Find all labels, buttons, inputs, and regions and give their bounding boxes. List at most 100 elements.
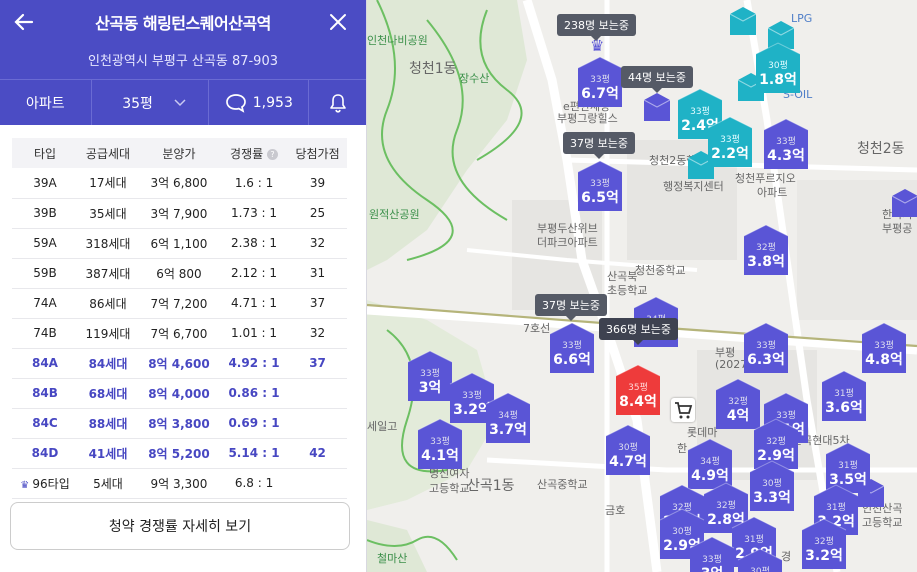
price-marker[interactable]: 34평 3.7억 <box>485 392 531 444</box>
table-header-row: 타입 공급세대 분양가 경쟁률 ? 당첨가점 <box>12 138 347 168</box>
cell-price: 8억 4,600 <box>137 348 220 379</box>
col-header-score: 당첨가점 <box>288 138 347 168</box>
building-cluster-icon[interactable] <box>643 92 671 122</box>
cell-ratio: 0.69 : 1 <box>219 408 289 439</box>
cell-score: 37 <box>288 348 347 379</box>
cell-price: 3억 6,800 <box>137 168 220 199</box>
cell-ratio: 2.12 : 1 <box>219 258 289 289</box>
table-row: 84D 41세대 8억 5,200 5.14 : 1 42 <box>12 438 347 469</box>
cell-type: 39B <box>12 198 78 229</box>
cell-score: 42 <box>288 438 347 469</box>
cell-score: 31 <box>288 258 347 289</box>
price-marker[interactable]: 33평 6.6억 <box>549 322 595 374</box>
price-marker[interactable]: 30평 1.8억 <box>755 42 801 94</box>
panel-header: 산곡동 해링턴스퀘어산곡역 인천광역시 부평구 산곡동 87-903 아파트 3… <box>0 0 366 125</box>
cell-score: 32 <box>288 318 347 349</box>
table-row: 39B 35세대 3억 7,900 1.73 : 1 25 <box>12 198 347 229</box>
price-marker[interactable]: 31평 3.6억 <box>821 370 867 422</box>
cell-ratio: 0.86 : 1 <box>219 378 289 409</box>
price-marker[interactable]: 30평3억 <box>737 548 783 572</box>
cell-price: 6억 1,100 <box>137 228 220 259</box>
price-marker[interactable]: 33평 6.3억 <box>743 322 789 374</box>
cell-type: 59B <box>12 258 78 289</box>
price-marker[interactable]: 33평3억 <box>407 350 453 402</box>
price-marker[interactable]: 35평 8.4억 <box>615 364 661 416</box>
table-row: 84A 84세대 8억 4,600 4.92 : 1 37 <box>12 348 347 379</box>
cell-price: 8억 5,200 <box>137 438 220 469</box>
cell-units: 318세대 <box>77 228 138 259</box>
cell-type: 74B <box>12 318 78 349</box>
price-marker[interactable]: 33평4.1억 <box>417 418 463 470</box>
price-marker[interactable]: 30평 3.3억 <box>749 460 795 512</box>
price-marker[interactable]: 33평 6.7억 <box>577 56 623 108</box>
cell-score: 39 <box>288 168 347 199</box>
map-label: 산곡중학교 <box>537 478 588 491</box>
cell-price: 6억 800 <box>137 258 220 289</box>
chat-tab[interactable]: 1,953 <box>209 80 310 125</box>
price-marker[interactable]: 33평 4.3억 <box>763 118 809 170</box>
building-cluster-icon[interactable] <box>729 6 757 36</box>
building-cluster-icon[interactable] <box>891 188 917 218</box>
cell-type: 84D <box>12 438 78 469</box>
marker-price: 4.8억 <box>865 352 903 368</box>
price-marker[interactable]: 32평 3.2억 <box>801 518 847 570</box>
viewer-count-tooltip: 44명 보는중 <box>621 66 693 93</box>
shopping-cart-icon[interactable] <box>671 398 695 422</box>
competition-detail-button[interactable]: 청약 경쟁률 자세히 보기 <box>10 502 350 550</box>
col-header-price: 분양가 <box>137 138 220 168</box>
cell-units: 88세대 <box>77 408 138 439</box>
cell-type: 59A <box>12 228 78 259</box>
price-marker[interactable]: 33평3억 <box>689 536 735 572</box>
map-label: 부평공 <box>882 222 913 235</box>
table-row: 84C 88세대 8억 3,800 0.69 : 1 <box>12 408 347 439</box>
map-label: 부평그랑힐스 <box>557 112 618 125</box>
cell-ratio: 1.73 : 1 <box>219 198 289 229</box>
cell-score: 37 <box>288 288 347 319</box>
cell-units: 17세대 <box>77 168 138 199</box>
marker-price: 8.4억 <box>619 394 657 410</box>
map-label: 금호 <box>605 504 626 517</box>
map-label: 철마산 <box>377 552 408 565</box>
size-label: 35평 <box>122 95 153 112</box>
cell-units: 5세대 <box>77 468 138 499</box>
cell-score <box>288 468 347 499</box>
cell-units: 35세대 <box>77 198 138 229</box>
viewer-count-tooltip: 238명 보는중 <box>557 14 636 41</box>
price-marker[interactable]: 33평 2.2억 <box>707 116 753 168</box>
speech-bubble-icon <box>225 93 246 113</box>
col-header-type: 타입 <box>12 138 78 168</box>
marker-price: 6.7억 <box>581 86 619 102</box>
help-icon[interactable]: ? <box>267 148 278 160</box>
map-label: 행정복지센터 <box>663 180 724 193</box>
table-row: 39A 17세대 3억 6,800 1.6 : 1 39 <box>12 168 347 199</box>
map-label: 청천중학교 <box>635 264 686 277</box>
cell-units: 68세대 <box>77 378 138 409</box>
price-marker[interactable]: 30평 4.7억 <box>605 424 651 476</box>
cell-price: 3억 7,900 <box>137 198 220 229</box>
cell-score <box>288 408 347 439</box>
close-icon[interactable] <box>324 8 352 36</box>
alarm-tab[interactable] <box>309 80 366 125</box>
complex-address: 인천광역시 부평구 산곡동 87-903 <box>87 54 278 69</box>
map-label: 산곡1동 <box>467 478 515 494</box>
viewer-count-tooltip: 37명 보는중 <box>535 294 607 321</box>
marker-price: 3억 <box>418 380 442 396</box>
price-marker[interactable]: 33평 4.8억 <box>861 322 907 374</box>
cell-type: ♛ 96타입 <box>12 468 78 499</box>
marker-price: 3.7억 <box>489 422 527 438</box>
chat-count: 1,953 <box>252 94 293 111</box>
map-view[interactable]: 청천1동청천2동산곡1동인천나비공원원적산공원장수산청천2동행정복지센터청천푸르… <box>367 0 917 572</box>
viewer-count-tooltip: 366명 보는중 <box>599 318 678 345</box>
size-selector[interactable]: 35평 <box>92 80 210 125</box>
price-marker[interactable]: 32평 3.8억 <box>743 224 789 276</box>
price-marker[interactable]: 33평 6.5억 <box>577 160 623 212</box>
apartment-detail-panel: 산곡동 해링턴스퀘어산곡역 인천광역시 부평구 산곡동 87-903 아파트 3… <box>0 0 367 572</box>
competition-table: 타입 공급세대 분양가 경쟁률 ? 당첨가점 39A 17세대 3억 6,800 1.… <box>12 138 347 499</box>
table-row: 74B 119세대 7억 6,700 1.01 : 1 32 <box>12 318 347 349</box>
property-type-tab[interactable]: 아파트 <box>0 80 92 125</box>
cell-ratio: 1.01 : 1 <box>219 318 289 349</box>
cell-ratio: 4.71 : 1 <box>219 288 289 319</box>
cell-ratio: 6.8 : 1 <box>219 468 289 499</box>
map-label: 고등학교 <box>862 516 903 529</box>
cell-type: 84B <box>12 378 78 409</box>
